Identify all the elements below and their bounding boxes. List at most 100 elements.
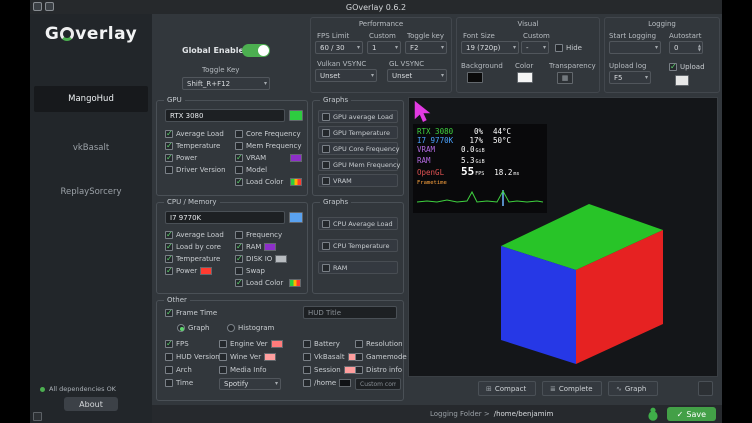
checkbox[interactable]: [219, 340, 227, 348]
vulkan-vsync-select[interactable]: Unset: [315, 69, 377, 82]
session-color-swatch[interactable]: [344, 366, 356, 374]
gpu-vram-row[interactable]: VRAM: [235, 153, 302, 163]
checkbox[interactable]: [165, 243, 173, 251]
about-button[interactable]: About: [64, 397, 118, 411]
screenshot-icon[interactable]: [45, 2, 54, 11]
fps-limit-select[interactable]: 60 / 30: [315, 41, 363, 54]
checkbox[interactable]: [235, 166, 243, 174]
checkbox[interactable]: [355, 340, 363, 348]
fps-toggle-key-select[interactable]: F2: [405, 41, 447, 54]
checkbox[interactable]: [165, 154, 173, 162]
checkbox[interactable]: [322, 129, 330, 137]
checkbox[interactable]: [322, 161, 330, 169]
graph-ram-row[interactable]: RAM: [318, 261, 398, 274]
checkbox[interactable]: [165, 353, 173, 361]
gpu-color-swatch[interactable]: [289, 110, 303, 121]
gpu-driver-version-row[interactable]: Driver Version: [165, 165, 225, 175]
upload-log-select[interactable]: F5: [609, 71, 651, 84]
ram-color-swatch[interactable]: [264, 243, 276, 251]
cpu-ram-row[interactable]: RAM: [235, 242, 301, 252]
cpu-average-load-row[interactable]: Average Load: [165, 230, 225, 240]
custom-command-input[interactable]: [355, 378, 401, 390]
graph-gpu-core-frequency-row[interactable]: GPU Core Frequency: [318, 142, 398, 155]
checkbox[interactable]: [235, 267, 243, 275]
checkbox[interactable]: [219, 353, 227, 361]
checkbox[interactable]: [165, 231, 173, 239]
wine-ver-color-swatch[interactable]: [264, 353, 276, 361]
cpu-load-by-core-row[interactable]: Load by core: [165, 242, 225, 252]
session-row[interactable]: Session: [303, 365, 355, 375]
checkbox[interactable]: [165, 309, 173, 317]
start-logging-select[interactable]: [609, 41, 661, 54]
checkbox[interactable]: [235, 243, 243, 251]
checkbox[interactable]: [322, 177, 330, 185]
checkbox[interactable]: [322, 220, 330, 228]
hide-checkbox[interactable]: [555, 44, 563, 52]
preview-extra-button[interactable]: [698, 381, 713, 396]
upload-color-swatch[interactable]: [675, 75, 689, 86]
distro-info-row[interactable]: Distro info: [355, 365, 403, 375]
window-icon[interactable]: [33, 2, 42, 11]
resolution-row[interactable]: Resolution: [355, 339, 403, 349]
complete-view-button[interactable]: ≣Complete: [542, 381, 602, 396]
gpu-name-input[interactable]: [165, 109, 285, 122]
checkbox[interactable]: [235, 255, 243, 263]
wine-ver-row[interactable]: Wine Ver: [219, 352, 301, 362]
load-color-swatch[interactable]: [290, 178, 302, 186]
graph-view-button[interactable]: ∿Graph: [608, 381, 658, 396]
hud-position-arrow-icon[interactable]: [412, 100, 434, 122]
checkbox[interactable]: [165, 366, 173, 374]
toggle-key-select[interactable]: Shift_R+F12: [182, 77, 270, 90]
histogram-radio-row[interactable]: Histogram: [227, 323, 274, 333]
radio[interactable]: [177, 324, 185, 332]
sidebar-item-replaysorcery[interactable]: ReplaySorcery: [30, 182, 152, 202]
hud-title-input[interactable]: [303, 306, 397, 319]
gl-vsync-select[interactable]: Unset: [387, 69, 447, 82]
graph-gpu-temperature-row[interactable]: GPU Temperature: [318, 126, 398, 139]
checkbox[interactable]: [322, 113, 330, 121]
checkbox[interactable]: [355, 366, 363, 374]
checkbox[interactable]: [303, 340, 311, 348]
graph-cpu-temperature-row[interactable]: CPU Temperature: [318, 239, 398, 252]
checkbox[interactable]: [322, 242, 330, 250]
global-enable-toggle[interactable]: [242, 44, 270, 57]
checkbox[interactable]: [165, 379, 173, 387]
checkbox[interactable]: [165, 130, 173, 138]
text-color-swatch[interactable]: [517, 72, 533, 83]
background-color-swatch[interactable]: [467, 72, 483, 83]
compact-view-button[interactable]: ⊞Compact: [478, 381, 536, 396]
graph-vram-row[interactable]: VRAM: [318, 174, 398, 187]
media-info-row[interactable]: Media Info: [219, 365, 301, 375]
time-row[interactable]: Time: [165, 378, 217, 388]
logging-folder-value[interactable]: /home/benjamim: [494, 410, 554, 418]
gpu-average-load-row[interactable]: Average Load: [165, 129, 225, 139]
home-row[interactable]: /home: [303, 378, 355, 388]
sidebar-item-vkbasalt[interactable]: vkBasalt: [30, 138, 152, 158]
arch-row[interactable]: Arch: [165, 365, 217, 375]
vram-color-swatch[interactable]: [290, 154, 302, 162]
gpu-model-row[interactable]: Model: [235, 165, 302, 175]
graph-gpu-mem-frequency-row[interactable]: GPU Mem Frequency: [318, 158, 398, 171]
fps-custom-select[interactable]: 1: [367, 41, 401, 54]
fps-row[interactable]: FPS: [165, 339, 217, 349]
cpu-power-row[interactable]: Power: [165, 266, 225, 276]
cpu-temperature-row[interactable]: Temperature: [165, 254, 225, 264]
gpu-temperature-row[interactable]: Temperature: [165, 141, 225, 151]
load-color-swatch[interactable]: [289, 279, 301, 287]
media-player-select[interactable]: Spotify: [219, 378, 281, 390]
cpu-swap-row[interactable]: Swap: [235, 266, 301, 276]
graph-gpu-average-load-row[interactable]: GPU average Load: [318, 110, 398, 123]
checkbox[interactable]: [235, 154, 243, 162]
checkbox[interactable]: [303, 379, 311, 387]
cpu-load-color-row[interactable]: Load Color: [235, 278, 301, 288]
upload-checkbox[interactable]: [669, 63, 677, 71]
tray-icon[interactable]: [33, 412, 42, 421]
hide-checkbox-row[interactable]: Hide: [555, 43, 582, 53]
cpu-name-input[interactable]: [165, 211, 285, 224]
checkbox[interactable]: [322, 264, 330, 272]
transparency-picker-icon[interactable]: ▦: [557, 72, 573, 84]
home-color-swatch[interactable]: [339, 379, 351, 387]
engine-ver-color-swatch[interactable]: [271, 340, 283, 348]
gpu-core-frequency-row[interactable]: Core Frequency: [235, 129, 302, 139]
power-color-swatch[interactable]: [200, 267, 212, 275]
